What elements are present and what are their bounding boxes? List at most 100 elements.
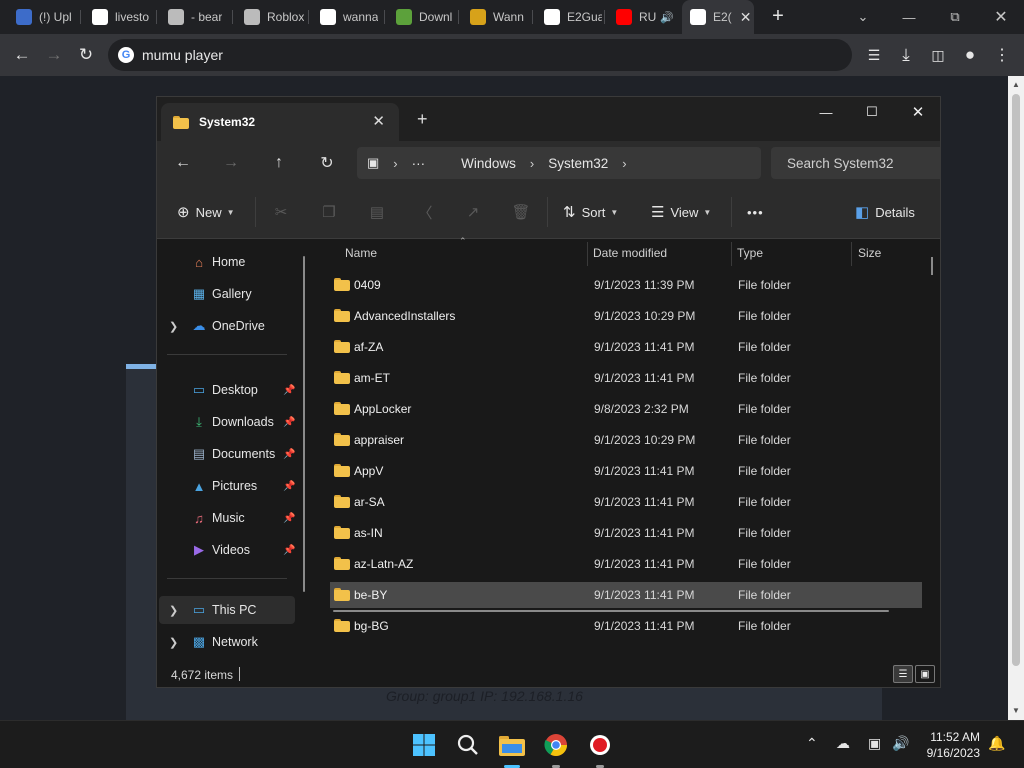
cut-icon[interactable]: ✂ — [267, 199, 295, 225]
nav-item-music[interactable]: ♫ Music 📌 — [159, 504, 295, 532]
scrollbar-thumb[interactable] — [1012, 94, 1020, 666]
file-row[interactable]: appraiser 9/1/2023 10:29 PM File folder — [330, 427, 922, 453]
pin-icon[interactable]: 📌 — [283, 417, 295, 428]
explorer-new-tab-button[interactable]: + — [417, 109, 428, 130]
close-tab-icon[interactable]: ✕ — [372, 112, 385, 130]
chevron-right-icon[interactable]: ❯ — [169, 604, 178, 617]
chevron-up-icon[interactable]: ⌃ — [806, 735, 818, 752]
windows-start-icon[interactable] — [408, 729, 440, 761]
back-arrow-icon[interactable]: ← — [169, 151, 197, 175]
column-divider[interactable] — [587, 242, 588, 266]
browser-tab[interactable]: Wann — [462, 0, 530, 34]
forward-arrow-icon[interactable]: → — [40, 41, 68, 69]
new-tab-button[interactable]: + — [766, 4, 790, 28]
chevron-right-icon[interactable]: ❯ — [169, 320, 178, 333]
nav-item-downloads[interactable]: ⤓ Downloads 📌 — [159, 408, 295, 436]
rename-icon[interactable]: 〈 — [411, 199, 439, 225]
sort-button[interactable]: ⇅ Sort ▼ — [563, 199, 618, 225]
share-icon[interactable]: ↗ — [459, 199, 487, 225]
up-arrow-icon[interactable]: ↑ — [265, 151, 293, 175]
pin-icon[interactable]: 📌 — [283, 481, 295, 492]
more-options-button[interactable]: ••• — [747, 199, 764, 225]
file-row[interactable]: AppV 9/1/2023 11:41 PM File folder — [330, 458, 922, 484]
column-divider[interactable] — [851, 242, 852, 266]
nav-item-documents[interactable]: ▤ Documents 📌 — [159, 440, 296, 468]
copy-icon[interactable]: ❐ — [315, 199, 343, 225]
column-header-type[interactable]: Type — [737, 240, 763, 266]
chevron-right-icon[interactable]: ❯ — [169, 636, 178, 649]
search-icon[interactable] — [452, 729, 484, 761]
details-pane-button[interactable]: ◧ Details — [855, 199, 915, 225]
media-queue-icon[interactable]: ☰ — [860, 41, 888, 69]
column-header-date[interactable]: Date modified — [593, 240, 667, 266]
explorer-minimize-button[interactable]: — — [803, 97, 849, 127]
browser-tab[interactable]: RU 🔊 — [608, 0, 676, 34]
column-header-name[interactable]: Name — [345, 240, 377, 266]
file-list-scrollbar[interactable] — [931, 257, 933, 275]
file-row[interactable]: as-IN 9/1/2023 11:41 PM File folder — [330, 520, 922, 546]
address-bar[interactable]: G mumu player — [108, 39, 852, 71]
pin-icon[interactable]: 📌 — [283, 513, 295, 524]
forward-arrow-icon[interactable]: → — [217, 151, 245, 175]
paste-icon[interactable]: ▤ — [363, 199, 391, 225]
nav-item-onedrive[interactable]: ❯ ☁ OneDrive — [159, 312, 295, 340]
browser-tab[interactable]: E2Gua — [536, 0, 602, 34]
explorer-close-button[interactable]: ✕ — [895, 97, 940, 127]
nav-item-home[interactable]: ⌂ Home — [159, 248, 295, 276]
delete-icon[interactable]: 🗑 — [507, 199, 535, 225]
page-scrollbar[interactable]: ▲ ▼ — [1008, 76, 1024, 720]
chevron-down-icon[interactable]: ⌄ — [840, 0, 886, 34]
file-row[interactable]: AppLocker 9/8/2023 2:32 PM File folder — [330, 396, 922, 422]
explorer-maximize-button[interactable]: ☐ — [849, 97, 895, 127]
browser-tab[interactable]: (!) Upl — [8, 0, 78, 34]
search-input[interactable]: Search System32 — [771, 147, 940, 179]
profile-icon[interactable]: ● — [956, 41, 984, 69]
horizontal-scrollbar[interactable] — [333, 610, 889, 612]
nav-item-network[interactable]: ❯ ▩ Network — [159, 628, 295, 656]
pin-icon[interactable]: 📌 — [283, 385, 295, 396]
explorer-tab[interactable]: System32 ✕ — [161, 103, 399, 141]
refresh-icon[interactable]: ↻ — [313, 151, 341, 175]
browser-tab[interactable]: Roblox — [236, 0, 306, 34]
tiles-view-icon[interactable]: ▣ — [915, 665, 935, 683]
nav-item-gallery[interactable]: ▦ Gallery — [159, 280, 295, 308]
nav-scrollbar[interactable] — [303, 256, 305, 592]
browser-tab[interactable]: E2(✕ — [682, 0, 754, 34]
restore-window-button[interactable]: ⧉ — [932, 0, 978, 34]
scroll-down-icon[interactable]: ▼ — [1008, 706, 1024, 715]
back-arrow-icon[interactable]: ← — [8, 41, 36, 69]
nav-item-this-pc[interactable]: ❯ ▭ This PC — [159, 596, 295, 624]
file-row[interactable]: bg-BG 9/1/2023 11:41 PM File folder — [330, 613, 922, 639]
chevron-right-icon[interactable]: › — [530, 156, 534, 171]
chevron-right-icon[interactable]: › — [393, 156, 397, 171]
system-clock[interactable]: 11:52 AM 9/16/2023 — [918, 729, 980, 761]
onedrive-sync-icon[interactable]: ☁ — [836, 735, 850, 752]
notification-bell-icon[interactable]: 🔔 — [988, 735, 1005, 752]
download-icon[interactable]: ⤓ — [892, 41, 920, 69]
file-row[interactable]: be-BY 9/1/2023 11:41 PM File folder — [330, 582, 922, 608]
file-explorer-taskbar-icon[interactable] — [496, 729, 528, 761]
chevron-right-icon[interactable]: › — [622, 156, 626, 171]
file-row[interactable]: ar-SA 9/1/2023 11:41 PM File folder — [330, 489, 922, 515]
computer-icon[interactable]: ▣ — [367, 155, 379, 171]
pin-icon[interactable]: 📌 — [283, 449, 295, 460]
browser-tab[interactable]: wanna — [312, 0, 382, 34]
pin-icon[interactable]: 📌 — [283, 545, 295, 556]
file-row[interactable]: AdvancedInstallers 9/1/2023 10:29 PM File … — [330, 303, 922, 329]
column-header-size[interactable]: Size — [858, 240, 881, 266]
nav-item-desktop[interactable]: ▭ Desktop 📌 — [159, 376, 296, 404]
reload-icon[interactable]: ↻ — [72, 41, 100, 69]
file-row[interactable]: az-Latn-AZ 9/1/2023 11:41 PM File folder — [330, 551, 922, 577]
view-button[interactable]: ☰ View ▼ — [651, 199, 711, 225]
audio-playing-icon[interactable]: 🔊 — [660, 11, 674, 24]
menu-kebab-icon[interactable]: ⋮ — [988, 41, 1016, 69]
breadcrumb-system32[interactable]: System32 — [548, 156, 608, 171]
minimize-window-button[interactable]: — — [886, 0, 932, 34]
column-divider[interactable] — [731, 242, 732, 266]
network-status-icon[interactable]: ▣ — [868, 735, 881, 752]
file-row[interactable]: am-ET 9/1/2023 11:41 PM File folder — [330, 365, 922, 391]
nav-item-videos[interactable]: ▶ Videos 📌 — [159, 536, 295, 564]
new-button[interactable]: ⊕ New ▼ — [177, 199, 235, 225]
breadcrumb[interactable]: ▣ › ··· Windows › System32 › — [357, 147, 761, 179]
scroll-up-icon[interactable]: ▲ — [1008, 80, 1024, 89]
